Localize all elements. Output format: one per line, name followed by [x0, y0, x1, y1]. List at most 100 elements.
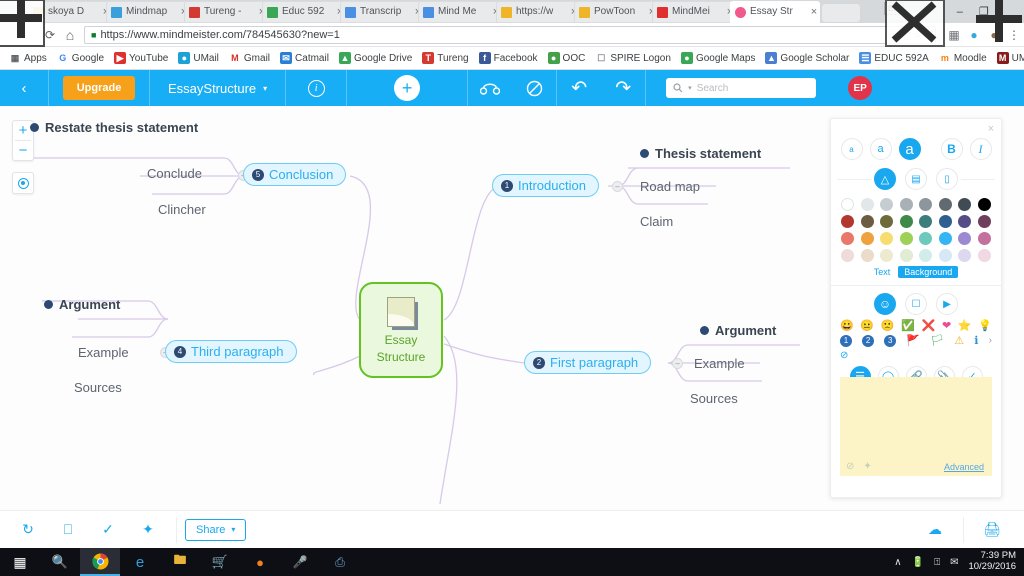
zoom-out-button[interactable]: −	[12, 141, 34, 160]
emoji-red-flag-icon[interactable]: 🚩	[906, 335, 920, 347]
redo-button[interactable]: ↷	[601, 70, 645, 106]
upgrade-button[interactable]: Upgrade	[62, 76, 136, 100]
emoji-icon[interactable]: ☺	[874, 293, 896, 315]
url-input[interactable]: ■ https://www.mindmeister.com/784545630?…	[84, 25, 936, 44]
bookmark-google-drive[interactable]: ▲ Google Drive	[334, 47, 417, 70]
color-swatch[interactable]	[919, 215, 933, 228]
store-icon[interactable]: 🛒	[200, 548, 240, 576]
print-icon[interactable]: 🖨	[972, 521, 1012, 538]
bookmark-google-maps[interactable]: ● Google Maps	[676, 47, 760, 70]
remote-desktop-icon[interactable]: ⎙	[320, 548, 360, 576]
microphone-icon[interactable]: 🎤	[280, 548, 320, 576]
color-swatch[interactable]	[919, 198, 933, 211]
color-swatch[interactable]	[958, 215, 972, 228]
search-input[interactable]: ▾ Search	[666, 78, 817, 98]
firefox-icon[interactable]: ●	[240, 548, 280, 576]
search-icon[interactable]: 🔍	[40, 548, 80, 576]
map-title-menu[interactable]: EssayStructure ▾	[150, 70, 285, 106]
color-swatch[interactable]	[938, 232, 952, 245]
history-icon[interactable]: ↻	[8, 521, 48, 538]
bookmark-youtube[interactable]: ▶ YouTube	[109, 47, 173, 70]
video-icon[interactable]: ▶	[936, 293, 958, 315]
emoji-smile-icon[interactable]: 😀	[840, 321, 854, 332]
emoji-number-2-icon[interactable]: 2	[862, 335, 875, 347]
windows-start-icon[interactable]: ▦	[0, 548, 40, 576]
edge-icon[interactable]: e	[120, 548, 160, 576]
node-introduction[interactable]: 1 Introduction	[492, 174, 599, 197]
new-tab-button[interactable]	[822, 4, 860, 22]
browser-tab[interactable]: https://w ×	[496, 1, 580, 23]
font-size-medium-button[interactable]: a	[869, 138, 892, 160]
color-swatch[interactable]	[880, 198, 894, 211]
node-style-icon[interactable]: △	[874, 168, 896, 190]
color-swatch[interactable]	[938, 215, 952, 228]
node-argument-third[interactable]: Argument	[44, 297, 120, 312]
color-swatch[interactable]	[958, 249, 972, 262]
emoji-green-flag-icon[interactable]: 🏳	[930, 335, 944, 347]
bookmark-spire[interactable]: ☐ SPIRE Logon	[590, 47, 676, 70]
file-explorer-icon[interactable]: 🖿	[160, 548, 200, 576]
recenter-button[interactable]	[12, 172, 34, 194]
node-root-essay-structure[interactable]: Essay Structure	[359, 282, 443, 378]
font-size-small-button[interactable]: a	[840, 138, 863, 160]
chevron-up-icon[interactable]: ∧	[894, 557, 901, 568]
wifi-icon[interactable]: ⍐	[934, 557, 940, 568]
node-sources-first[interactable]: Sources	[690, 391, 738, 406]
extension-icon[interactable]: ▦	[944, 28, 964, 42]
shape-icon[interactable]: ▯	[936, 168, 958, 190]
layout-icon[interactable]: ▤	[905, 168, 927, 190]
color-swatch[interactable]	[860, 215, 874, 228]
emoji-heart-icon[interactable]: ❤	[942, 321, 951, 332]
color-swatch[interactable]	[899, 215, 913, 228]
add-node-button[interactable]: +	[394, 75, 421, 101]
bookmark-umail[interactable]: ● UMail	[173, 47, 224, 70]
emoji-neutral-icon[interactable]: 😐	[860, 321, 874, 332]
bookmark-tureng[interactable]: T Tureng	[417, 47, 473, 70]
share-button[interactable]: Share ▾	[185, 518, 247, 541]
node-sources-third[interactable]: Sources	[74, 380, 122, 395]
chrome-icon[interactable]	[80, 548, 120, 576]
cloud-download-icon[interactable]: ☁	[915, 521, 955, 538]
magic-wand-icon[interactable]: ✦	[128, 521, 168, 538]
color-swatch[interactable]	[977, 198, 991, 211]
color-swatch[interactable]	[977, 215, 991, 228]
bookmark-ooc[interactable]: ● OOC	[543, 47, 591, 70]
bookmark-gmail[interactable]: M Gmail	[224, 47, 275, 70]
color-swatch[interactable]	[919, 249, 933, 262]
color-swatch[interactable]	[841, 249, 854, 262]
bold-button[interactable]: B	[940, 138, 963, 160]
node-example-first[interactable]: Example	[694, 356, 745, 371]
collapse-toggle-first-paragraph[interactable]: –	[672, 358, 683, 369]
info-button[interactable]: i	[286, 70, 346, 106]
image-icon[interactable]: ☐	[905, 293, 927, 315]
note-format-icon[interactable]: ✦	[863, 461, 871, 472]
node-first-paragraph[interactable]: 2 First paragraph	[524, 351, 652, 374]
color-swatch[interactable]	[899, 198, 913, 211]
node-argument-first[interactable]: Argument	[700, 323, 776, 338]
color-swatch[interactable]	[860, 198, 874, 211]
browser-tab[interactable]: PowToon ×	[574, 1, 658, 23]
notification-icon[interactable]: ✉	[950, 557, 958, 568]
emoji-number-1-icon[interactable]: 1	[840, 335, 852, 347]
color-swatch[interactable]	[880, 215, 894, 228]
emoji-bulb-icon[interactable]: 💡	[978, 321, 992, 332]
bookmark-google[interactable]: G Google	[52, 47, 109, 70]
node-restate-thesis-statement[interactable]: Restate thesis statement	[30, 120, 198, 135]
color-swatch[interactable]	[899, 249, 913, 262]
note-clear-icon[interactable]: ⊘	[846, 461, 854, 472]
emoji-more-icon[interactable]: ›	[989, 336, 992, 346]
node-third-paragraph[interactable]: 4 Third paragraph	[165, 340, 297, 363]
emoji-star-icon[interactable]: ⭐	[958, 321, 972, 332]
node-conclusion[interactable]: 5 Conclusion	[243, 163, 347, 186]
background-toggle-option[interactable]: Background	[898, 266, 959, 278]
disconnect-button[interactable]	[512, 70, 556, 106]
node-conclude[interactable]: Conclude	[147, 166, 202, 181]
emoji-check-icon[interactable]: ✅	[901, 321, 915, 332]
battery-icon[interactable]: 🔋	[912, 557, 924, 568]
bookmark-catmail[interactable]: ✉ Catmail	[275, 47, 334, 70]
color-swatch[interactable]	[977, 232, 991, 245]
color-swatch[interactable]	[841, 232, 854, 245]
color-swatch[interactable]	[899, 232, 913, 245]
undo-button[interactable]: ↶	[557, 70, 601, 106]
avatar[interactable]: EP	[848, 76, 873, 100]
